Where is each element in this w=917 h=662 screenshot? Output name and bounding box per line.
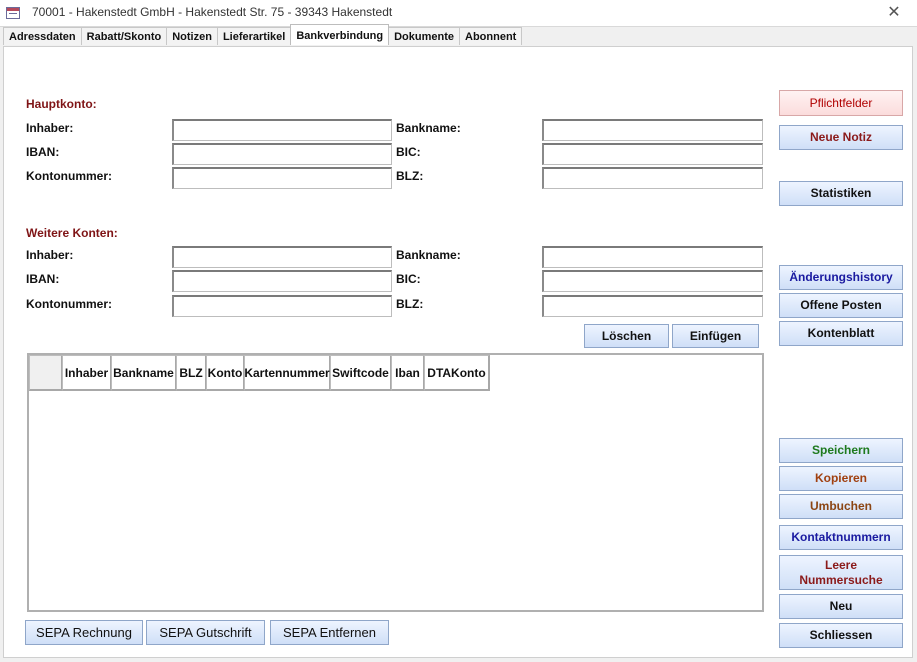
form-icon (6, 7, 20, 19)
kopieren-button[interactable]: Kopieren (779, 466, 903, 491)
window-title: 70001 - Hakenstedt GmbH - Hakenstedt Str… (32, 5, 393, 19)
title-bar: 70001 - Hakenstedt GmbH - Hakenstedt Str… (0, 0, 917, 27)
tab-adressdaten[interactable]: Adressdaten (3, 27, 82, 45)
hauptkonto-kontonummer-label: Kontonummer: (26, 169, 112, 183)
hauptkonto-bic-input[interactable] (542, 143, 763, 165)
column-header-bankname[interactable]: Bankname (111, 355, 177, 391)
hauptkonto-title: Hauptkonto: (26, 97, 97, 111)
column-header-inhaber[interactable]: Inhaber (62, 355, 112, 391)
hauptkonto-inhaber-label: Inhaber: (26, 121, 74, 135)
weitere-kontonummer-label: Kontonummer: (26, 297, 112, 311)
hauptkonto-iban-label: IBAN: (26, 145, 60, 159)
hauptkonto-kontonummer-input[interactable] (172, 167, 392, 189)
hauptkonto-iban-input[interactable] (172, 143, 392, 165)
close-icon[interactable]: ✕ (884, 3, 904, 23)
neue-notiz-button[interactable]: Neue Notiz (779, 125, 903, 150)
tab-dokumente[interactable]: Dokumente (388, 27, 461, 45)
offene-posten-button[interactable]: Offene Posten (779, 293, 903, 318)
konten-table[interactable]: Inhaber Bankname BLZ Konto Kartennummer … (27, 353, 764, 612)
weitere-blz-input[interactable] (542, 295, 763, 317)
umbuchen-button[interactable]: Umbuchen (779, 494, 903, 519)
speichern-button[interactable]: Speichern (779, 438, 903, 463)
weitere-bic-input[interactable] (542, 270, 763, 292)
weitere-kontonummer-input[interactable] (172, 295, 392, 317)
tab-bar: Adressdaten Rabatt/Skonto Notizen Liefer… (3, 24, 523, 46)
schliessen-button[interactable]: Schliessen (779, 623, 903, 648)
weitere-iban-label: IBAN: (26, 272, 60, 286)
column-header-kartennummer[interactable]: Kartennummer (244, 355, 331, 391)
aenderungshistory-button[interactable]: Änderungshistory (779, 265, 903, 290)
sepa-gutschrift-button[interactable]: SEPA Gutschrift (146, 620, 265, 645)
hauptkonto-inhaber-input[interactable] (172, 119, 392, 141)
weitere-bic-label: BIC: (396, 272, 421, 286)
column-header-konto[interactable]: Konto (206, 355, 245, 391)
tab-abonnent[interactable]: Abonnent (459, 27, 523, 45)
weitere-inhaber-label: Inhaber: (26, 248, 74, 262)
weitere-blz-label: BLZ: (396, 297, 424, 311)
tab-rabatt-skonto[interactable]: Rabatt/Skonto (80, 27, 168, 45)
hauptkonto-bankname-label: Bankname: (396, 121, 461, 135)
column-header-dtakonto[interactable]: DTAKonto (424, 355, 490, 391)
weitere-bankname-input[interactable] (542, 246, 763, 268)
loeschen-button[interactable]: Löschen (584, 324, 669, 348)
sepa-rechnung-button[interactable]: SEPA Rechnung (25, 620, 143, 645)
tab-bankverbindung[interactable]: Bankverbindung (290, 24, 390, 45)
hauptkonto-bic-label: BIC: (396, 145, 421, 159)
kontaktnummern-button[interactable]: Kontaktnummern (779, 525, 903, 550)
table-header-row: Inhaber Bankname BLZ Konto Kartennummer … (29, 355, 490, 391)
kontenblatt-button[interactable]: Kontenblatt (779, 321, 903, 346)
weitere-konten-title: Weitere Konten: (26, 226, 118, 240)
sepa-entfernen-button[interactable]: SEPA Entfernen (270, 620, 389, 645)
weitere-inhaber-input[interactable] (172, 246, 392, 268)
neu-button[interactable]: Neu (779, 594, 903, 619)
leere-nummersuche-button[interactable]: Leere Nummersuche (779, 555, 903, 590)
hauptkonto-blz-label: BLZ: (396, 169, 424, 183)
column-header-iban[interactable]: Iban (391, 355, 425, 391)
weitere-bankname-label: Bankname: (396, 248, 461, 262)
weitere-iban-input[interactable] (172, 270, 392, 292)
column-header-swiftcode[interactable]: Swiftcode (330, 355, 392, 391)
hauptkonto-blz-input[interactable] (542, 167, 763, 189)
tab-notizen[interactable]: Notizen (166, 27, 218, 45)
tab-lieferartikel[interactable]: Lieferartikel (216, 27, 292, 45)
pflichtfelder-button[interactable]: Pflichtfelder (779, 90, 903, 116)
hauptkonto-bankname-input[interactable] (542, 119, 763, 141)
einfuegen-button[interactable]: Einfügen (672, 324, 759, 348)
column-header-blz[interactable]: BLZ (176, 355, 207, 391)
statistiken-button[interactable]: Statistiken (779, 181, 903, 206)
row-selector-header[interactable] (29, 355, 63, 391)
